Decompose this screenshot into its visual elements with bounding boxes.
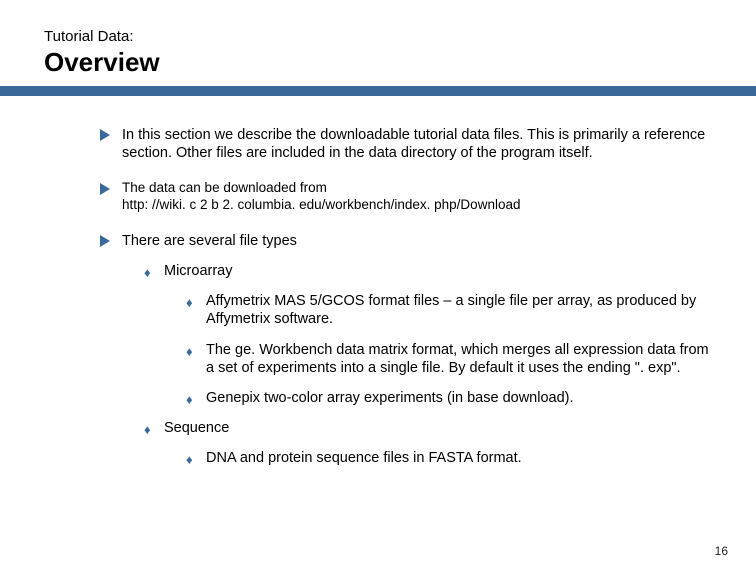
bullet-1: In this section we describe the download… (100, 126, 710, 162)
bullet-3a-i: ♦ Affymetrix MAS 5/GCOS format files – a… (186, 292, 710, 328)
bullet-3-text: There are several file types (122, 233, 297, 249)
bullet-3b-i-text: DNA and protein sequence files in FASTA … (206, 450, 522, 466)
bullet-3b-i: ♦ DNA and protein sequence files in FAST… (186, 449, 710, 467)
triangle-bullet-icon (100, 129, 110, 141)
title-rule (0, 86, 756, 96)
triangle-bullet-icon (100, 183, 110, 195)
bullet-3: There are several file types ♦ Microarra… (100, 232, 710, 467)
bullet-3b: ♦ Sequence ♦ DNA and protein sequence fi… (144, 419, 710, 467)
bullet-3a: ♦ Microarray ♦ Affymetrix MAS 5/GCOS for… (144, 262, 710, 407)
triangle-bullet-icon (100, 235, 110, 247)
bullet-3a-iii: ♦ Genepix two-color array experiments (i… (186, 389, 710, 407)
bullet-3a-ii: ♦ The ge. Workbench data matrix format, … (186, 341, 710, 377)
diamond-bullet-icon: ♦ (144, 266, 151, 279)
diamond-bullet-icon: ♦ (186, 345, 193, 358)
bullet-3a-i-text: Affymetrix MAS 5/GCOS format files – a s… (206, 293, 696, 327)
bullet-2: The data can be downloaded from http: //… (100, 180, 710, 214)
bullet-3a-iii-text: Genepix two-color array experiments (in … (206, 390, 574, 406)
bullet-3a-ii-text: The ge. Workbench data matrix format, wh… (206, 342, 709, 376)
bullet-3b-text: Sequence (164, 420, 229, 436)
bullet-2-line2: http: //wiki. c 2 b 2. columbia. edu/wor… (122, 197, 520, 212)
slide: Tutorial Data: Overview In this section … (0, 0, 756, 576)
slide-header: Tutorial Data: Overview (0, 0, 756, 78)
diamond-bullet-icon: ♦ (144, 423, 151, 436)
bullet-3a-text: Microarray (164, 263, 232, 279)
page-number: 16 (715, 544, 728, 558)
bullet-2-line1: The data can be downloaded from (122, 180, 327, 195)
diamond-bullet-icon: ♦ (186, 296, 193, 309)
slide-content: In this section we describe the download… (0, 96, 756, 467)
diamond-bullet-icon: ♦ (186, 453, 193, 466)
diamond-bullet-icon: ♦ (186, 393, 193, 406)
bullet-1-text: In this section we describe the download… (122, 127, 705, 161)
slide-title: Overview (44, 47, 756, 78)
slide-subtitle: Tutorial Data: (44, 28, 756, 45)
